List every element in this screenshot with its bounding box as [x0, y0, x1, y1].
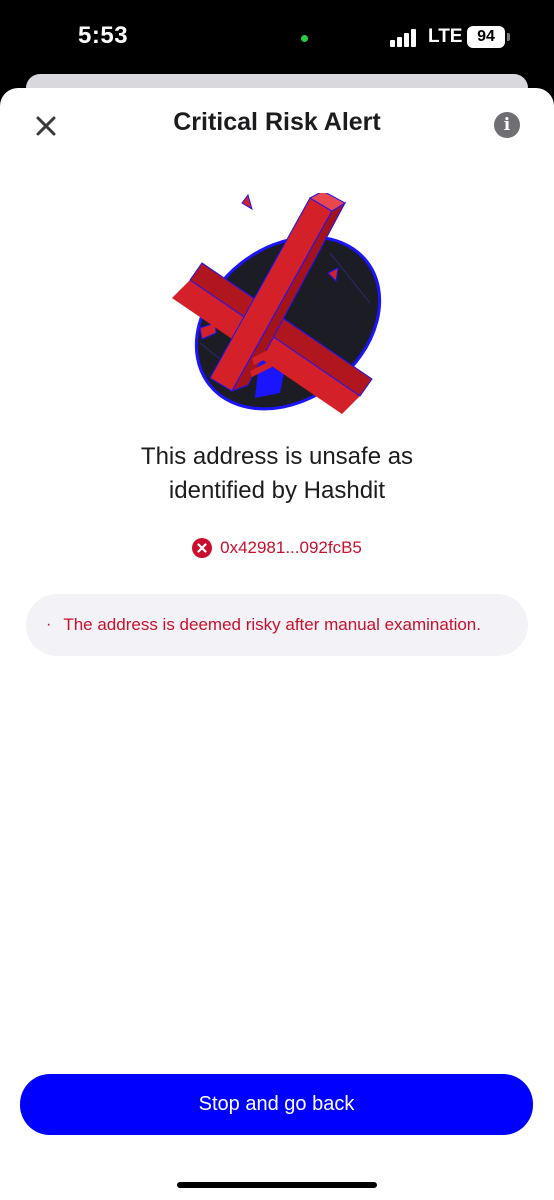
risk-message: This address is unsafe as identified by … — [0, 440, 554, 508]
camera-indicator-dot — [301, 35, 308, 42]
info-icon: i — [503, 115, 511, 135]
stop-and-go-back-button[interactable]: Stop and go back — [20, 1074, 533, 1135]
home-indicator — [177, 1182, 377, 1188]
status-time: 5:53 — [78, 22, 129, 49]
sheet-header: Critical Risk Alert i — [0, 88, 554, 163]
cellular-signal-icon — [390, 29, 422, 47]
risk-x-illustration — [160, 190, 400, 423]
risk-message-line-2: identified by Hashdit — [168, 477, 386, 504]
battery-tip — [507, 33, 510, 41]
status-bar: 5:53 LTE 94 — [0, 0, 554, 80]
battery-icon: 94 — [467, 26, 505, 48]
alert-sheet: Critical Risk Alert i This address is un… — [0, 88, 554, 1200]
network-type: LTE — [428, 26, 463, 47]
error-circle-icon — [192, 538, 213, 558]
bullet: · — [46, 616, 52, 633]
info-button[interactable]: i — [494, 112, 520, 138]
risk-message-line-1: This address is unsafe as — [140, 443, 414, 470]
risk-reason-text: The address is deemed risky after manual… — [63, 615, 481, 634]
risk-reason-item: · The address is deemed risky after manu… — [26, 594, 528, 656]
flagged-address: 0x42981...092fcB5 — [0, 538, 554, 558]
page-title: Critical Risk Alert — [173, 108, 381, 136]
address-value: 0x42981...092fcB5 — [220, 538, 362, 557]
